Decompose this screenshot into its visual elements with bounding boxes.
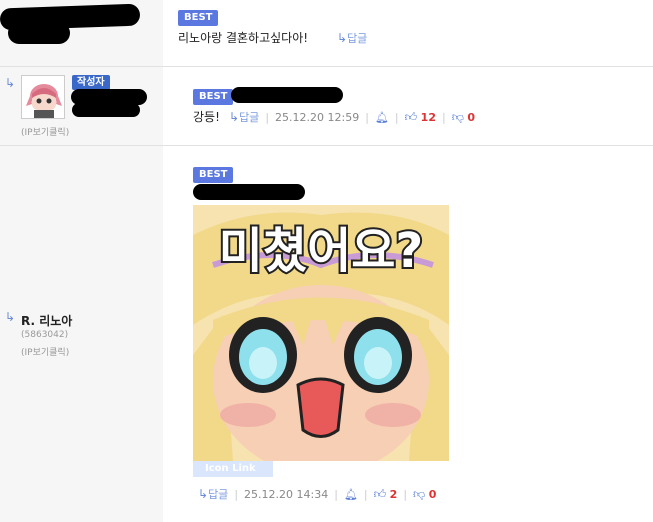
reply-button[interactable]: ↳답글 <box>229 109 259 125</box>
comment-text: 강등! <box>193 110 220 124</box>
separator: | <box>403 487 408 501</box>
redacted-nickname <box>8 22 70 44</box>
comment-row: BEST 리노아랑 결혼하고싶다아! ↳답글 <box>0 0 653 67</box>
upvote-count: 12 <box>420 110 436 124</box>
best-badge: BEST <box>193 167 234 183</box>
reply-indent-arrow-icon: ↳ <box>5 76 16 90</box>
comment-meta: ↳답글 | 25.12.20 14:34 | 🔔︎ | 👍︎ 2 | 👎︎ 0 <box>198 486 436 502</box>
thumbs-up-icon: 👍︎ <box>404 109 418 124</box>
avatar-image <box>22 76 64 118</box>
thumbs-down-icon: 👎︎ <box>413 486 426 501</box>
sticker-illustration: 미쳤어요? <box>193 205 449 461</box>
downvote-button[interactable]: 👎︎ 0 <box>413 487 436 502</box>
upvote-button[interactable]: 👍︎ 2 <box>374 487 398 502</box>
redacted-nickname <box>72 103 140 117</box>
reply-arrow-icon: ↳ <box>198 487 209 501</box>
redacted-nickname <box>231 87 343 103</box>
user-code: (5863042) <box>21 330 69 340</box>
comment-body-column <box>163 67 653 145</box>
thumbs-down-icon: 👎︎ <box>451 109 464 124</box>
separator: | <box>334 487 338 501</box>
report-bell-icon[interactable]: 🔔︎ <box>344 488 358 501</box>
sticker-image: 미쳤어요? <box>193 205 449 461</box>
upvote-button[interactable]: 👍︎ 12 <box>405 110 436 125</box>
reply-arrow-icon: ↳ <box>229 110 240 124</box>
separator: | <box>363 487 368 501</box>
comment-meta: ↳답글 | 25.12.20 12:59 | 🔔︎ | 👍︎ 12 | 👎︎ 0 <box>229 109 475 125</box>
author-nickname[interactable]: R. 리노아 <box>21 312 72 329</box>
author-badge: 작성자 <box>72 75 110 90</box>
upvote-count: 2 <box>389 487 398 501</box>
thumbs-up-icon: 👍︎ <box>373 486 387 501</box>
separator: | <box>265 110 270 124</box>
reply-button[interactable]: ↳답글 <box>337 30 367 46</box>
separator: | <box>441 110 446 124</box>
comment-date: 25.12.20 14:34 <box>244 487 329 501</box>
separator: | <box>234 487 239 501</box>
comment-row: ↳ 작성자 (IP보기클릭) BEST 강등! ↳답글 | 25.12.20 1… <box>0 67 653 146</box>
best-badge: BEST <box>193 89 234 105</box>
reply-indent-arrow-icon: ↳ <box>5 310 16 324</box>
redacted-nickname <box>193 184 305 200</box>
comment-date: 25.12.20 12:59 <box>275 110 360 124</box>
report-bell-icon[interactable]: 🔔︎ <box>375 111 389 124</box>
avatar[interactable] <box>21 75 65 119</box>
best-badge: BEST <box>178 10 219 26</box>
ip-view-link[interactable]: (IP보기클릭) <box>21 345 69 358</box>
comment-text: 리노아랑 결혼하고싶다아! <box>178 31 309 45</box>
icon-link[interactable]: Icon Link <box>193 461 273 477</box>
downvote-count: 0 <box>467 110 476 124</box>
downvote-button[interactable]: 👎︎ 0 <box>452 110 475 125</box>
sticker-text: 미쳤어요? <box>219 223 423 279</box>
ip-view-link[interactable]: (IP보기클릭) <box>21 125 69 138</box>
separator: | <box>365 110 369 124</box>
downvote-count: 0 <box>428 487 437 501</box>
separator: | <box>394 110 399 124</box>
reply-arrow-icon: ↳ <box>337 31 348 45</box>
reply-button[interactable]: ↳답글 <box>198 486 228 502</box>
